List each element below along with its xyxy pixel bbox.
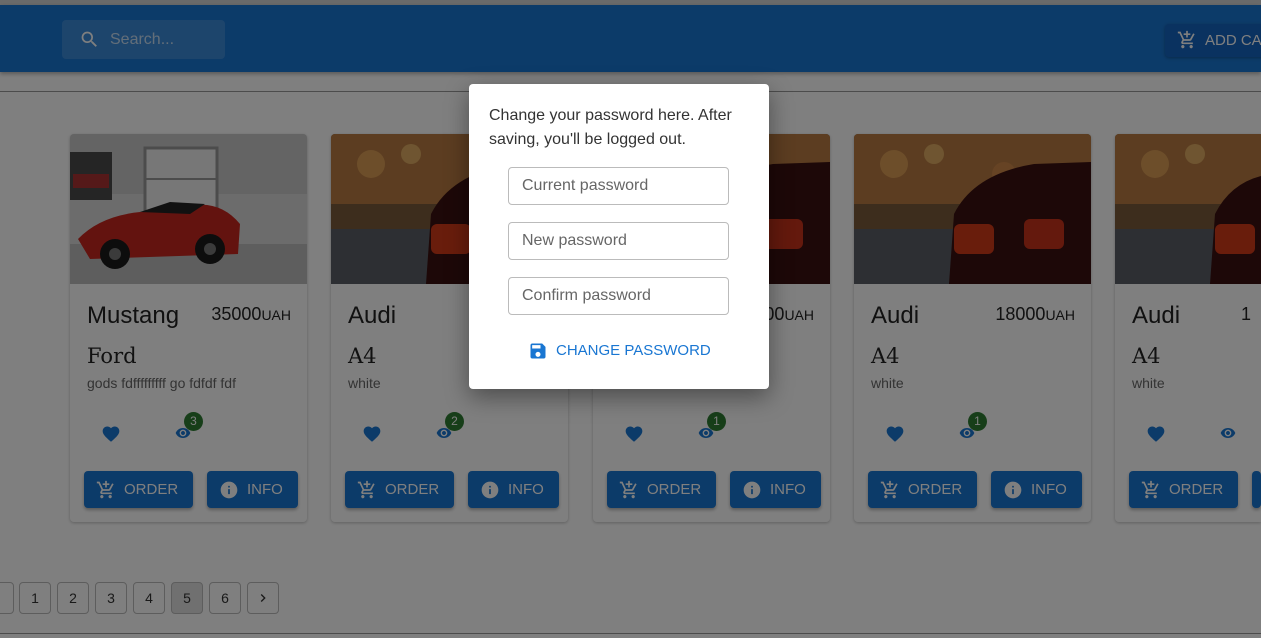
save-icon bbox=[530, 343, 546, 359]
current-password-field[interactable] bbox=[508, 167, 729, 205]
change-password-label: CHANGE PASSWORD bbox=[556, 342, 711, 359]
new-password-field[interactable] bbox=[508, 222, 729, 260]
dialog-message: Change your password here. After saving,… bbox=[489, 107, 732, 148]
change-password-button[interactable]: CHANGE PASSWORD bbox=[528, 338, 711, 362]
change-password-dialog: Change your password here. After saving,… bbox=[469, 84, 769, 389]
confirm-password-field[interactable] bbox=[508, 277, 729, 315]
